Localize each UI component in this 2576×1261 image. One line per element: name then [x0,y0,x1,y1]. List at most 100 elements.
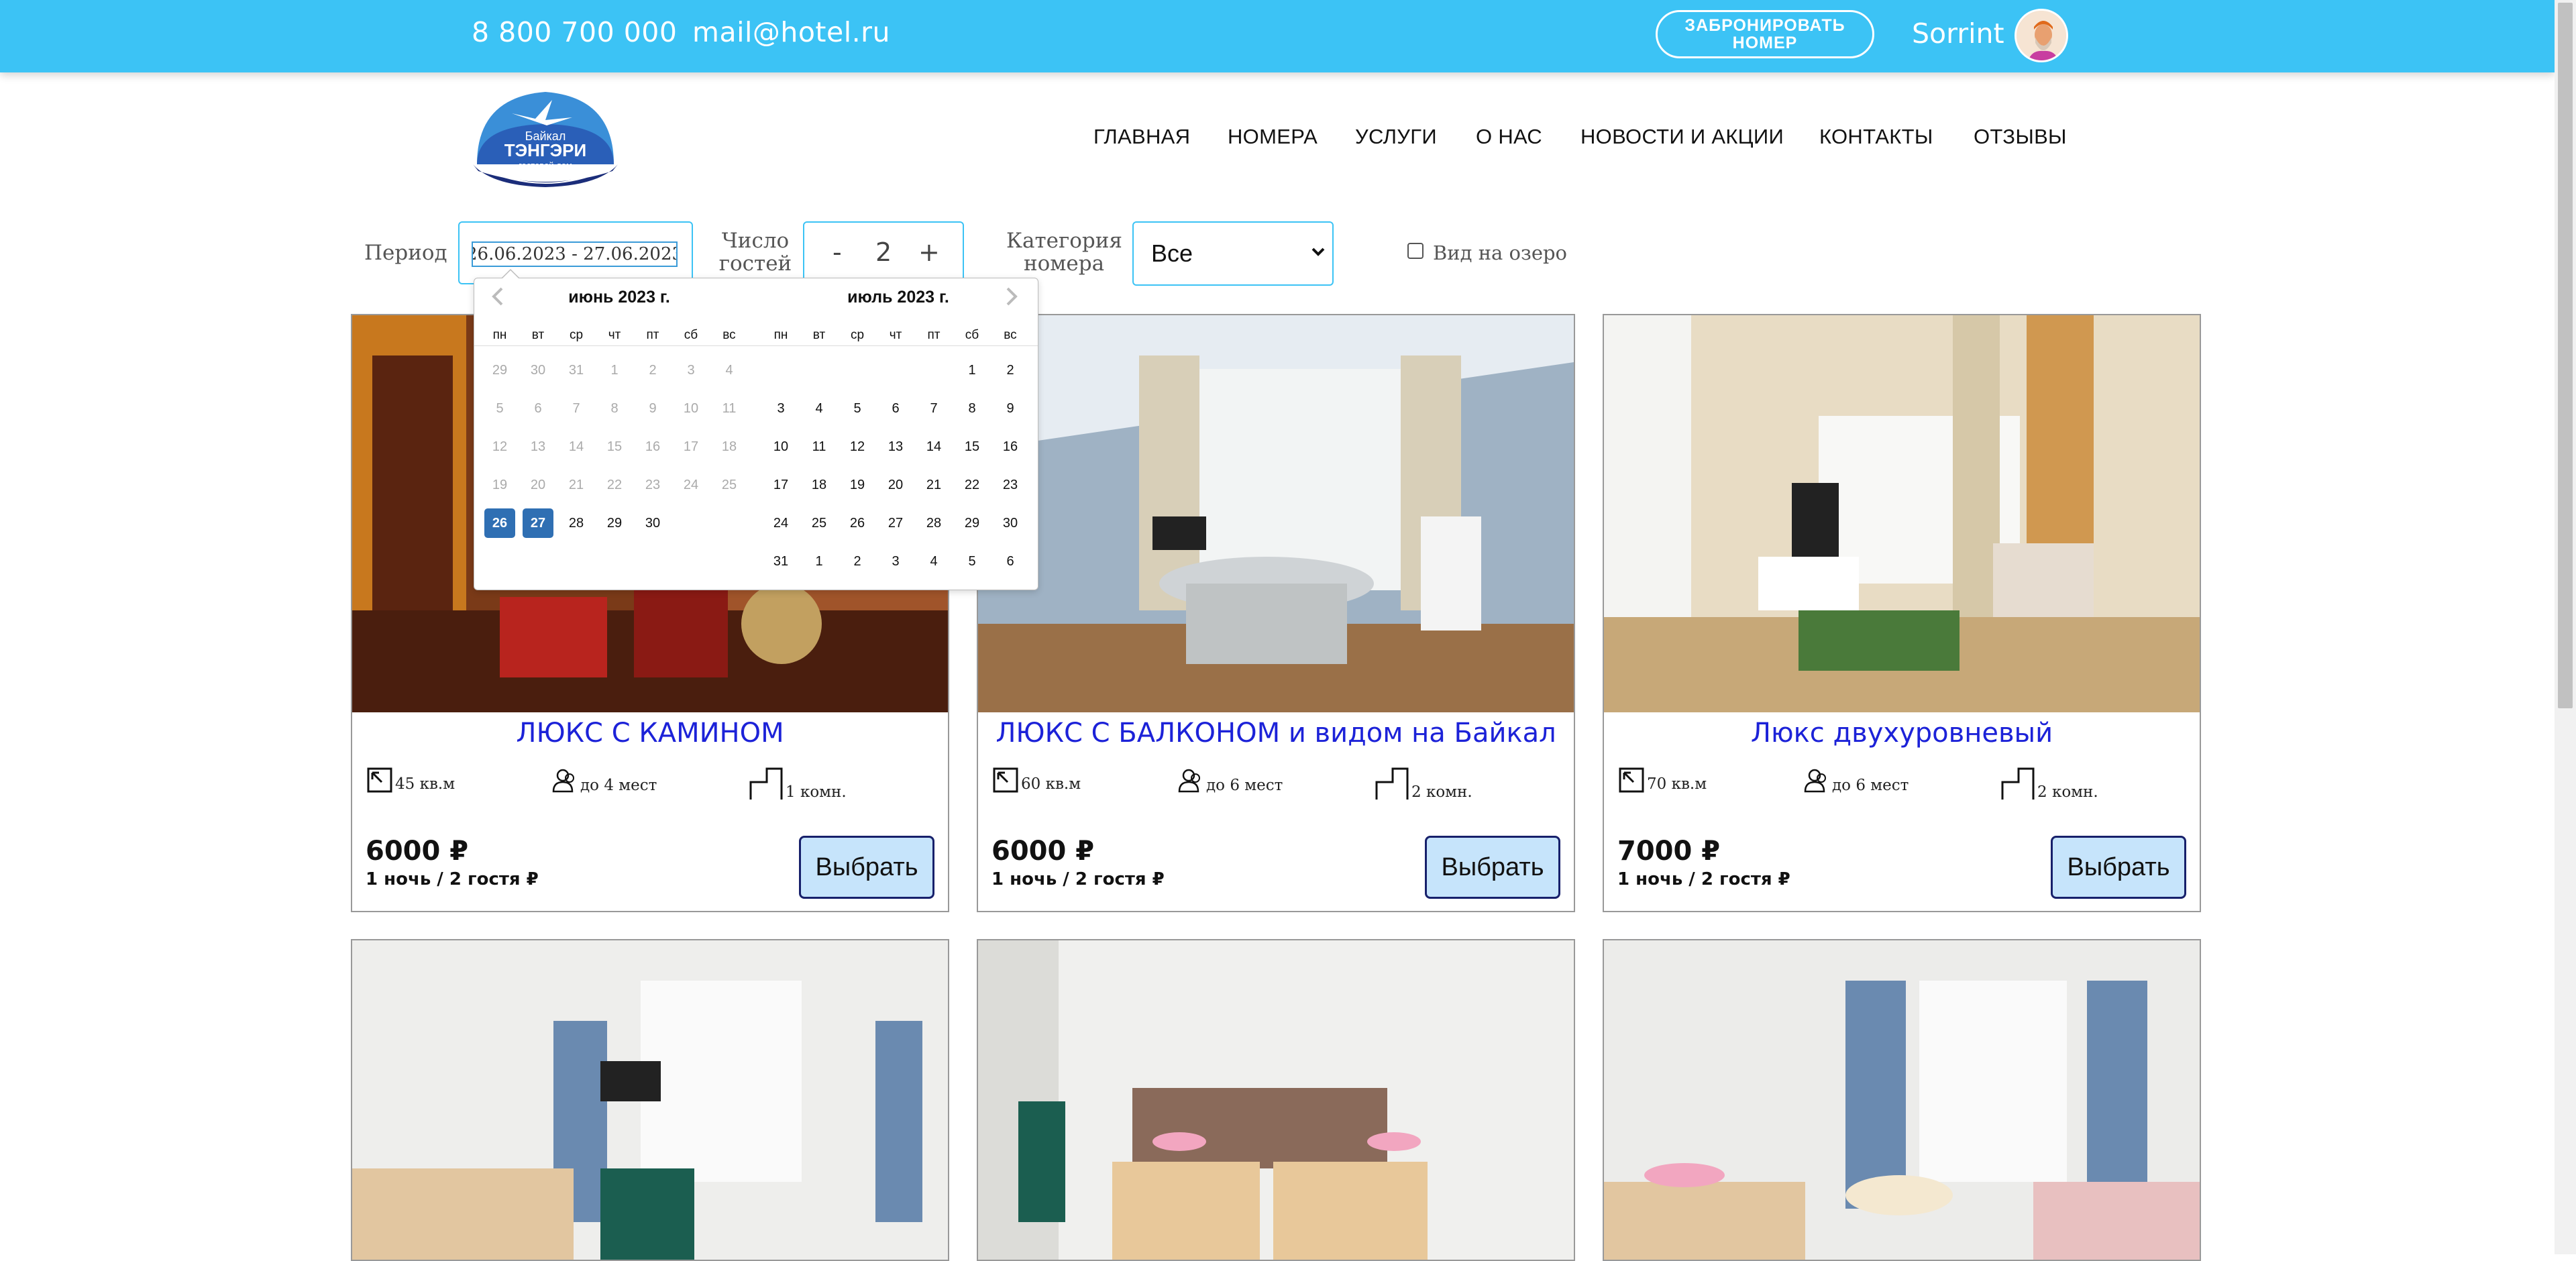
room-title[interactable]: ЛЮКС С БАЛКОНОМ и видом на Байкал [978,718,1574,749]
calendar-day[interactable]: 4 [915,545,953,578]
nav-news[interactable]: НОВОСТИ И АКЦИИ [1580,125,1784,149]
room-photo[interactable] [1604,940,2200,1260]
calendar-day[interactable]: 10 [762,430,800,463]
calendar-day[interactable]: 28 [557,506,595,540]
nav-home[interactable]: ГЛАВНАЯ [1093,125,1190,149]
category-label-line1: Категория [1006,229,1122,253]
calendar-day: 15 [606,439,623,454]
calendar-day[interactable]: 11 [800,430,838,463]
weekday-label: пт [646,328,659,342]
prev-month-icon[interactable] [490,286,505,312]
calendar-day[interactable]: 20 [877,468,914,502]
calendar-day[interactable]: 21 [915,468,953,502]
calendar-day[interactable]: 16 [991,430,1029,463]
room-photo[interactable] [352,940,948,1260]
rooms-icon [2001,767,2035,800]
guests-minus-button[interactable]: - [833,237,842,267]
calendar-day[interactable]: 19 [839,468,876,502]
category-select[interactable]: Все [1132,221,1334,286]
calendar-day[interactable]: 18 [800,468,838,502]
calendar-day[interactable]: 1 [800,545,838,578]
guests-stepper: - 2 + [803,221,964,284]
calendar-divider [474,345,1038,346]
calendar-day[interactable]: 8 [953,392,991,425]
calendar-day: 6 [534,401,542,416]
period-input[interactable]: 26.06.2023 - 27.06.2023 [472,241,678,267]
lake-view-label[interactable]: Вид на озеро [1433,241,1567,264]
avatar[interactable] [2015,9,2068,62]
month-title-right: июль 2023 г. [847,288,949,307]
calendar-day[interactable]: 25 [800,506,838,540]
calendar-day[interactable]: 5 [953,545,991,578]
calendar-day[interactable]: 2 [839,545,876,578]
calendar-day[interactable]: 22 [953,468,991,502]
calendar-day[interactable]: 28 [915,506,953,540]
book-room-button[interactable]: ЗАБРОНИРОВАТЬ НОМЕР [1656,10,1874,58]
room-count: 2 комн. [2001,767,2098,801]
calendar-day[interactable]: 23 [991,468,1029,502]
calendar-day[interactable]: 30 [634,506,672,540]
room-photo[interactable] [978,315,1574,712]
calendar-day: 29 [492,363,508,378]
calendar-day[interactable]: 13 [877,430,914,463]
calendar-day[interactable]: 26 [839,506,876,540]
choose-button[interactable]: Выбрать [1425,836,1560,899]
calendar-day[interactable]: 31 [762,545,800,578]
calendar-day[interactable]: 7 [915,392,953,425]
nav-reviews[interactable]: ОТЗЫВЫ [1974,125,2067,149]
guests-plus-button[interactable]: + [918,237,940,267]
calendar-day[interactable]: 15 [953,430,991,463]
calendar-day: 12 [492,439,508,454]
room-capacity-text: до 6 мест [1206,777,1283,794]
calendar-day[interactable]: 12 [839,430,876,463]
calendar-day: 8 [610,401,619,416]
calendar-day[interactable]: 14 [915,430,953,463]
calendar-day[interactable]: 29 [953,506,991,540]
lake-view-checkbox[interactable] [1407,243,1424,259]
room-title[interactable]: ЛЮКС С КАМИНОМ [352,718,948,749]
room-card: Люкс двухуровневый 70 кв.м до 6 мест 2 к… [1603,314,2201,912]
calendar-day[interactable]: 2 [991,353,1029,387]
choose-button[interactable]: Выбрать [799,836,934,899]
calendar-day[interactable]: 6 [991,545,1029,578]
period-field[interactable]: 26.06.2023 - 27.06.2023 [458,221,693,284]
calendar-day[interactable]: 9 [991,392,1029,425]
room-photo[interactable] [978,940,1574,1260]
choose-button[interactable]: Выбрать [2051,836,2186,899]
scrollbar[interactable] [2555,0,2576,1254]
nav-rooms[interactable]: НОМЕРА [1228,125,1318,149]
calendar-day[interactable]: 24 [762,506,800,540]
room-price: 6000 ₽ [991,836,1095,867]
guests-icon [552,769,574,793]
username[interactable]: Sorrint [1912,17,2004,50]
room-photo[interactable] [1604,315,2200,712]
calendar-day: 24 [683,478,699,492]
logo[interactable]: Байкал ТЭНГЭРИ гостевой дом [472,85,619,189]
room-price: 7000 ₽ [1617,836,1721,867]
calendar-day-selected[interactable]: 26 [484,508,515,538]
calendar-day[interactable]: 27 [877,506,914,540]
calendar-day[interactable]: 3 [762,392,800,425]
calendar-day[interactable]: 4 [800,392,838,425]
guests-count: 2 [875,237,892,267]
calendar-day-selected[interactable]: 27 [523,508,553,538]
calendar-day[interactable]: 3 [877,545,914,578]
calendar-day[interactable]: 6 [877,392,914,425]
calendar-day[interactable]: 1 [953,353,991,387]
room-card [1603,939,2201,1261]
nav-contacts[interactable]: КОНТАКТЫ [1819,125,1933,149]
room-title[interactable]: Люкс двухуровневый [1604,718,2200,749]
nav-about[interactable]: О НАС [1476,125,1542,149]
phone-link[interactable]: 8 800 700 000 [472,16,677,48]
calendar-day: 23 [645,478,661,492]
email-link[interactable]: mail@hotel.ru [692,16,890,48]
weekday-label: вт [812,328,826,342]
scrollbar-thumb[interactable] [2558,3,2573,708]
nav-services[interactable]: УСЛУГИ [1355,125,1437,149]
next-month-icon[interactable] [1004,286,1019,312]
calendar-day[interactable]: 29 [596,506,633,540]
calendar-day[interactable]: 5 [839,392,876,425]
top-bar: 8 800 700 000 mail@hotel.ru ЗАБРОНИРОВАТ… [0,0,2555,72]
calendar-day[interactable]: 30 [991,506,1029,540]
calendar-day[interactable]: 17 [762,468,800,502]
